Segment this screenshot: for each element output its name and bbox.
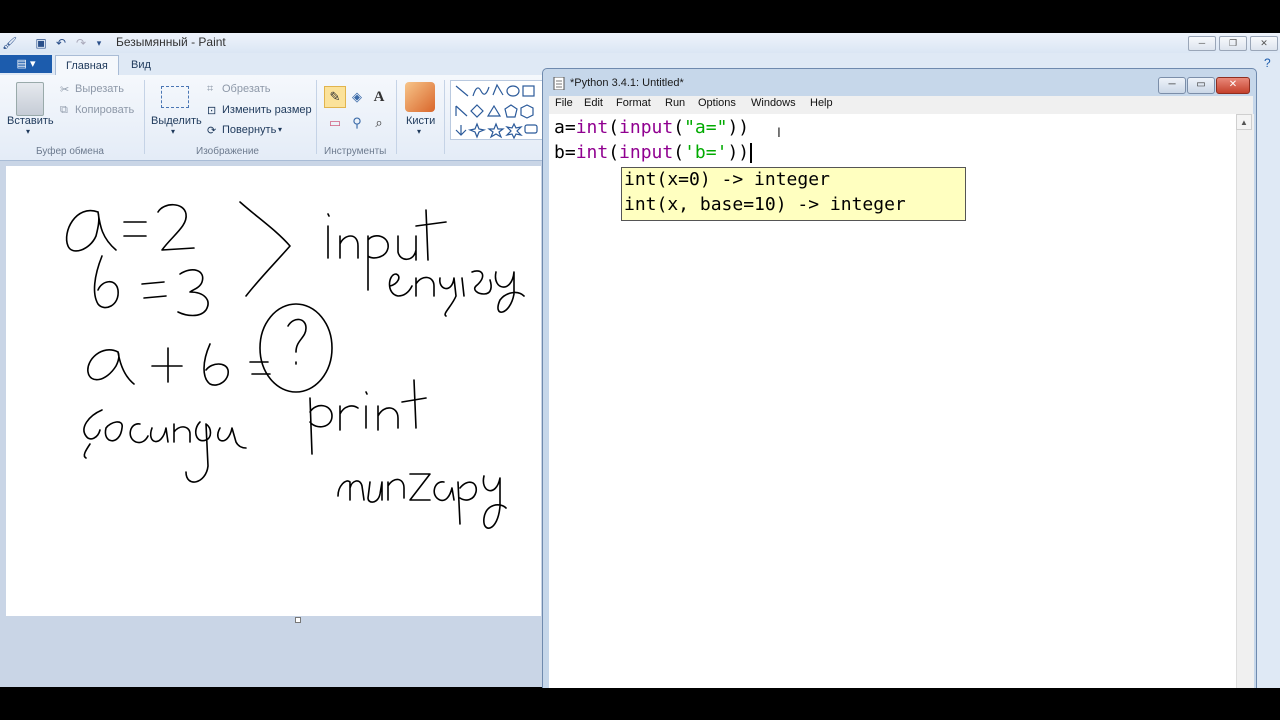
letterbox-bottom [0, 688, 1280, 720]
paint-minimize-button[interactable]: ─ [1188, 36, 1216, 51]
text-tool-icon[interactable]: A [368, 86, 390, 108]
paste-icon[interactable] [16, 82, 44, 116]
menu-format[interactable]: Format [616, 97, 651, 109]
resize-icon: ⊡ [207, 105, 217, 117]
code-token-plain: ( [608, 142, 620, 163]
eraser-icon[interactable]: ▭ [324, 112, 346, 134]
code-token-plain: a= [554, 117, 576, 138]
clipboard-group-label: Буфер обмена [36, 146, 104, 157]
paint-maximize-button[interactable]: ❐ [1219, 36, 1247, 51]
paint-close-button[interactable]: ✕ [1250, 36, 1278, 51]
cut-button[interactable]: Вырезать [75, 83, 124, 95]
paint-window-title: Безымянный - Paint [116, 35, 226, 49]
paint-file-menu-button[interactable]: ▤ ▾ [0, 55, 52, 73]
code-token-str: 'b= [684, 142, 717, 163]
crop-icon: ⌗ [207, 83, 214, 95]
brushes-icon[interactable] [405, 82, 435, 112]
code-token-str: "a=" [684, 117, 728, 138]
brushes-dropdown-icon[interactable]: ▾ [417, 127, 421, 136]
code-line-2[interactable]: b=int(input('b=')) [554, 142, 749, 163]
fill-icon[interactable]: ◈ [346, 86, 368, 108]
menu-windows[interactable]: Windows [751, 97, 796, 109]
code-token-plain: )) [727, 142, 750, 163]
calltip-line-2: int(x, base=10) -> integer [624, 194, 906, 215]
color-picker-icon[interactable]: ⚲ [346, 112, 368, 134]
calltip-line-1: int(x=0) -> integer [624, 169, 830, 190]
code-token-kw: input [619, 117, 674, 138]
redo-icon[interactable]: ↷ [74, 36, 88, 50]
scroll-up-arrow-icon[interactable]: ▲ [1236, 114, 1252, 130]
save-icon[interactable]: ▣ [34, 36, 48, 50]
code-token-kw: int [575, 142, 609, 163]
paint-canvas[interactable] [6, 166, 541, 616]
idle-window-title: *Python 3.4.1: Untitled* [570, 77, 684, 89]
select-button[interactable]: Выделить [151, 115, 202, 127]
customize-qat-icon[interactable]: ▾ [92, 36, 106, 50]
code-token-plain: ( [673, 142, 685, 163]
crop-button[interactable]: Обрезать [222, 83, 271, 95]
copy-icon: ⧉ [60, 104, 68, 116]
code-token-plain: b= [554, 142, 576, 163]
paste-button[interactable]: Вставить [7, 115, 54, 127]
rotate-icon: ⟳ [207, 125, 217, 137]
select-dropdown-icon[interactable]: ▾ [171, 127, 175, 136]
tools-group-label: Инструменты [324, 146, 387, 157]
group-separator [444, 80, 445, 154]
select-icon[interactable] [161, 86, 189, 108]
code-token-plain: ( [673, 117, 685, 138]
handwritten-drawing [65, 201, 525, 529]
editor-scrollbar[interactable] [1236, 114, 1254, 688]
menu-run[interactable]: Run [665, 97, 685, 109]
menu-edit[interactable]: Edit [584, 97, 603, 109]
menu-help[interactable]: Help [810, 97, 833, 109]
code-token-plain: )) [727, 117, 750, 138]
idle-maximize-button[interactable]: ▭ [1187, 77, 1215, 94]
brushes-button[interactable]: Кисти [406, 115, 435, 127]
python-file-icon [553, 76, 566, 91]
canvas-resize-handle[interactable] [295, 617, 301, 623]
code-token-kw: input [619, 142, 674, 163]
image-group-label: Изображение [196, 146, 259, 157]
code-line-1[interactable]: a=int(input("a=")) [554, 117, 749, 138]
tab-view[interactable]: Вид [131, 55, 151, 75]
group-separator [144, 80, 145, 154]
rotate-button[interactable]: Повернуть [222, 124, 276, 136]
menu-options[interactable]: Options [698, 97, 736, 109]
shapes-icons [455, 83, 538, 140]
group-separator [316, 80, 317, 154]
idle-close-button[interactable]: ✕ [1216, 77, 1250, 94]
shapes-gallery[interactable] [450, 80, 544, 140]
paint-right-edge [1256, 53, 1280, 688]
paste-dropdown-icon[interactable]: ▾ [26, 127, 30, 136]
undo-icon[interactable]: ↶ [54, 36, 68, 50]
idle-minimize-button[interactable]: ─ [1158, 77, 1186, 94]
group-separator [396, 80, 397, 154]
rotate-dropdown-icon[interactable]: ▾ [278, 125, 282, 134]
magnifier-icon[interactable]: ⌕ [368, 112, 390, 134]
idle-menubar [549, 96, 1253, 114]
text-cursor [750, 143, 752, 163]
code-token-kw: int [575, 117, 609, 138]
tab-home[interactable]: Главная [55, 55, 119, 76]
code-token-str: ' [716, 142, 728, 163]
pencil-icon[interactable]: ✎ [324, 86, 346, 108]
menu-file[interactable]: File [555, 97, 573, 109]
calltip-popup: int(x=0) -> integer int(x, base=10) -> i… [621, 167, 966, 221]
copy-button[interactable]: Копировать [75, 104, 134, 116]
mouse-ibeam-cursor: I [777, 124, 781, 140]
resize-button[interactable]: Изменить размер [222, 104, 312, 116]
cut-icon: ✂ [60, 84, 70, 96]
code-token-plain: ( [608, 117, 620, 138]
paint-app-icon[interactable]: 🖌 [2, 36, 17, 50]
help-icon[interactable]: ? [1264, 56, 1271, 70]
